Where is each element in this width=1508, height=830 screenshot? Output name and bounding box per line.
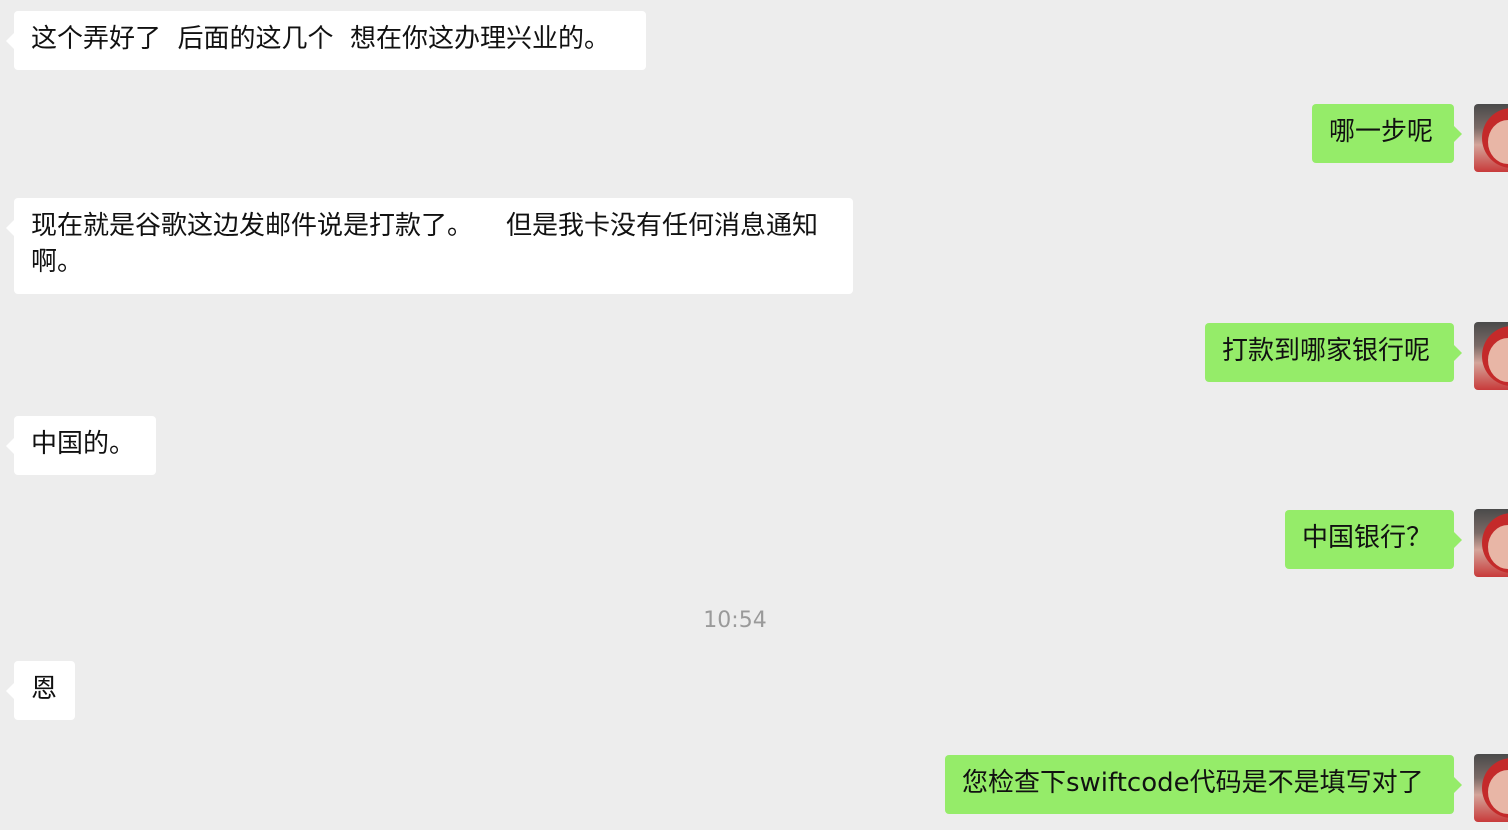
outgoing-message-bubble[interactable]: 打款到哪家银行呢: [1205, 323, 1462, 382]
incoming-message-bubble[interactable]: 恩: [6, 661, 75, 720]
user-avatar[interactable]: [1474, 509, 1508, 577]
outgoing-message-bubble[interactable]: 哪一步呢: [1312, 104, 1462, 163]
incoming-message-bubble[interactable]: 现在就是谷歌这边发邮件说是打款了。 但是我卡没有任何消息通知啊。: [6, 198, 853, 294]
message-timestamp: 10:54: [703, 608, 767, 633]
user-avatar[interactable]: [1474, 754, 1508, 822]
chat-message-area[interactable]: 这个弄好了 后面的这几个 想在你这办理兴业的。 哪一步呢 现在就是谷歌这边发邮件…: [0, 0, 1508, 830]
outgoing-message-bubble[interactable]: 中国银行？: [1285, 510, 1462, 569]
incoming-message-bubble[interactable]: 中国的。: [6, 416, 156, 475]
outgoing-message-bubble[interactable]: 您检查下swiftcode代码是不是填写对了: [945, 755, 1462, 814]
incoming-message-bubble[interactable]: 这个弄好了 后面的这几个 想在你这办理兴业的。: [6, 11, 646, 70]
user-avatar[interactable]: [1474, 322, 1508, 390]
user-avatar[interactable]: [1474, 104, 1508, 172]
